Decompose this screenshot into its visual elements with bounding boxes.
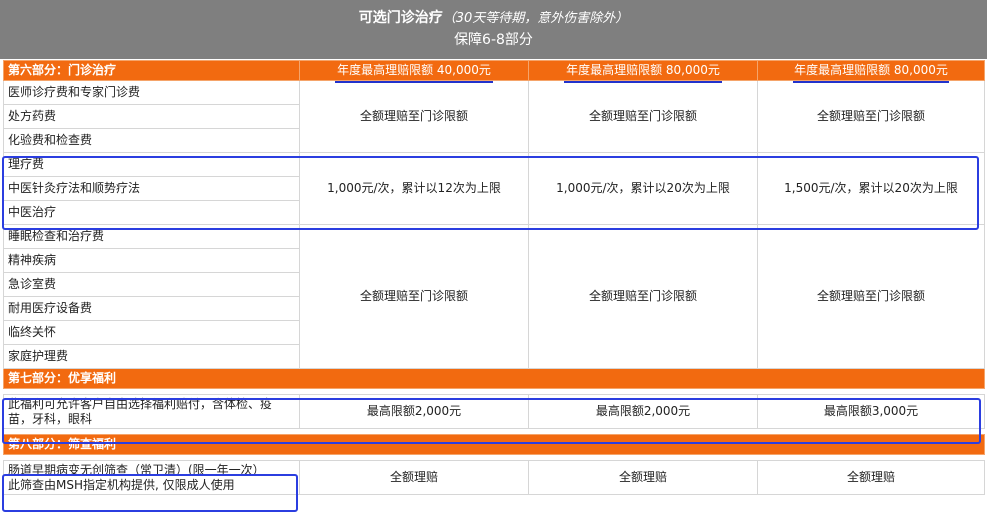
section6-header-row: 第六部分：门诊治疗 年度最高理赔限额 40,000元 年度最高理赔限额 80,0… xyxy=(3,60,985,83)
item-label: 临终关怀 xyxy=(3,320,300,345)
item-label: 处方药费 xyxy=(3,104,300,129)
table-row: 理疗费 1,000元/次，累计以12次为上限 1,000元/次，累计以20次为上… xyxy=(3,152,985,225)
coverage-value: 全额理赔至门诊限额 xyxy=(528,224,758,369)
section7-title: 第七部分：优享福利 xyxy=(3,368,985,389)
coverage-value: 1,000元/次，累计以12次为上限 xyxy=(299,152,529,225)
item-label: 急诊室费 xyxy=(3,272,300,297)
header-note: （30天等待期，意外伤害除外） xyxy=(442,11,629,26)
coverage-value: 最高限额2,000元 xyxy=(528,394,758,429)
coverage-value: 全额理赔 xyxy=(757,460,985,495)
table-row: 肠道早期病变无创筛查（常卫清）(限一年一次） 此筛查由MSH指定机构提供, 仅限… xyxy=(3,460,985,495)
section8-title: 第八部分：筛查福利 xyxy=(3,434,985,455)
coverage-value: 1,500元/次，累计以20次为上限 xyxy=(757,152,985,225)
item-label: 家庭护理费 xyxy=(3,344,300,369)
coverage-value: 全额理赔 xyxy=(299,460,529,495)
item-label-line: 肠道早期病变无创筛查（常卫清）(限一年一次） xyxy=(8,462,265,477)
section8-header-row: 第八部分：筛查福利 xyxy=(3,434,985,455)
coverage-value: 全额理赔至门诊限额 xyxy=(528,80,758,153)
table-row: 此福利可允许客户自由选择福利赔付，含体检、疫苗，牙科，眼科 最高限额2,000元… xyxy=(3,394,985,429)
item-label: 医师诊疗费和专家门诊费 xyxy=(3,80,300,105)
section6-limit-2: 年度最高理赔限额 80,000元 xyxy=(528,60,758,83)
coverage-value: 全额理赔至门诊限额 xyxy=(299,224,529,369)
limit-underline xyxy=(564,81,722,83)
limit-underline xyxy=(335,81,493,83)
item-label: 睡眠检查和治疗费 xyxy=(3,224,300,249)
section6-limit-1: 年度最高理赔限额 40,000元 xyxy=(299,60,529,83)
item-label: 理疗费 xyxy=(3,152,300,177)
header-title-line: 可选门诊治疗（30天等待期，意外伤害除外） xyxy=(0,9,987,28)
coverage-value: 最高限额2,000元 xyxy=(299,394,529,429)
coverage-value: 全额理赔至门诊限额 xyxy=(299,80,529,153)
header-subtitle: 保障6-8部分 xyxy=(454,32,533,48)
item-label: 中医针灸疗法和顺势疗法 xyxy=(3,176,300,201)
item-label: 此福利可允许客户自由选择福利赔付，含体检、疫苗，牙科，眼科 xyxy=(3,394,300,429)
coverage-value: 全额理赔至门诊限额 xyxy=(757,224,985,369)
item-label: 精神疾病 xyxy=(3,248,300,273)
coverage-value: 1,000元/次，累计以20次为上限 xyxy=(528,152,758,225)
item-label: 中医治疗 xyxy=(3,200,300,225)
header-title: 可选门诊治疗 xyxy=(358,10,443,26)
benefit-table: 第六部分：门诊治疗 年度最高理赔限额 40,000元 年度最高理赔限额 80,0… xyxy=(3,60,985,495)
limit-underline xyxy=(793,81,949,83)
item-label: 肠道早期病变无创筛查（常卫清）(限一年一次） 此筛查由MSH指定机构提供, 仅限… xyxy=(3,460,300,495)
table-row: 睡眠检查和治疗费 全额理赔至门诊限额 全额理赔至门诊限额 全额理赔至门诊限额 xyxy=(3,224,985,369)
item-label: 化验费和检查费 xyxy=(3,128,300,153)
item-label-line: 此筛查由MSH指定机构提供, 仅限成人使用 xyxy=(8,477,235,492)
section7-header-row: 第七部分：优享福利 xyxy=(3,368,985,389)
plan-header: 可选门诊治疗（30天等待期，意外伤害除外） 保障6-8部分 xyxy=(0,0,987,59)
coverage-value: 全额理赔 xyxy=(528,460,758,495)
coverage-value: 最高限额3,000元 xyxy=(757,394,985,429)
coverage-value: 全额理赔至门诊限额 xyxy=(757,80,985,153)
table-row: 医师诊疗费和专家门诊费 全额理赔至门诊限额 全额理赔至门诊限额 全额理赔至门诊限… xyxy=(3,80,985,153)
item-label: 耐用医疗设备费 xyxy=(3,296,300,321)
section6-limit-3: 年度最高理赔限额 80,000元 xyxy=(757,60,985,83)
section6-title: 第六部分：门诊治疗 xyxy=(3,60,300,81)
